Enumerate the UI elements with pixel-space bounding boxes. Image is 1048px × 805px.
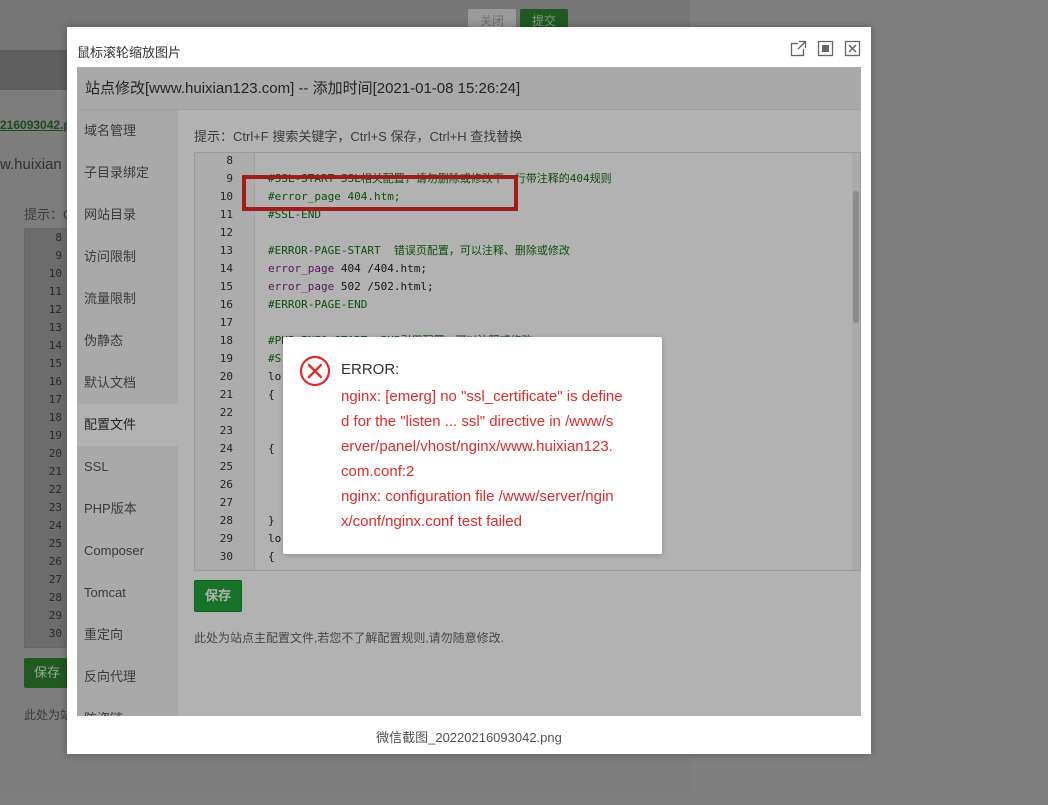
background-line-number: 9: [55, 249, 62, 262]
background-line-number: 15: [48, 357, 62, 370]
background-save-button[interactable]: 保存: [24, 658, 70, 688]
background-line-number: 20: [48, 447, 62, 460]
background-line-number: 25: [48, 537, 62, 550]
background-domain-text: w.huixian: [0, 156, 62, 173]
background-line-number: 16: [48, 375, 62, 388]
background-line-number: 24: [48, 519, 62, 532]
background-line-number: 22: [48, 483, 62, 496]
background-line-number: 28: [48, 591, 62, 604]
background-line-number: 13: [48, 321, 62, 334]
viewer-title: 鼠标滚轮缩放图片: [77, 45, 182, 60]
background-line-number: 19: [48, 429, 62, 442]
background-tip-text: 提示：C: [24, 207, 73, 222]
background-line-number: 12: [48, 303, 62, 316]
background-footer-text: 此处为站: [24, 708, 73, 722]
close-icon[interactable]: [844, 40, 861, 57]
background-line-number: 23: [48, 501, 62, 514]
background-line-number: 8: [55, 231, 62, 244]
viewer-actions: [790, 40, 861, 57]
error-title: ERROR:: [341, 361, 400, 378]
error-message-line: nginx: [emerg] no "ssl_certificate" is d…: [341, 388, 623, 405]
error-icon: [299, 355, 331, 387]
background-line-number: 18: [48, 411, 62, 424]
image-filename-caption: 微信截图_20220216093042.png: [376, 730, 562, 745]
maximize-icon[interactable]: [817, 40, 834, 57]
error-message: nginx: [emerg] no "ssl_certificate" is d…: [341, 384, 646, 534]
background-gutter: 8 9 10 11 12 13 14 15 16 17 18 19 20 21 22 23 24 25 26 27 28…: [25, 229, 65, 647]
background-line-number: 10: [48, 267, 62, 280]
background-line-number: 27: [48, 573, 62, 586]
background-line-number: 17: [48, 393, 62, 406]
error-dialog: ERROR: nginx: [emerg] no "ssl_certificat…: [283, 337, 662, 554]
error-message-line: nginx: configuration file /www/server/ng…: [341, 488, 614, 505]
open-external-icon[interactable]: [790, 40, 807, 57]
error-message-line: x/conf/nginx.conf test failed: [341, 513, 522, 530]
background-line-number: 21: [48, 465, 62, 478]
background-line-number: 11: [48, 285, 62, 298]
background-line-number: 26: [48, 555, 62, 568]
background-line-number: 29: [48, 609, 62, 622]
error-message-line: com.conf:2: [341, 463, 415, 480]
background-line-number: 30: [48, 627, 62, 640]
error-message-line: erver/panel/vhost/nginx/www.huixian123.: [341, 438, 613, 455]
background-line-number: 14: [48, 339, 62, 352]
error-message-line: d for the "listen ... ssl" directive in …: [341, 413, 614, 430]
